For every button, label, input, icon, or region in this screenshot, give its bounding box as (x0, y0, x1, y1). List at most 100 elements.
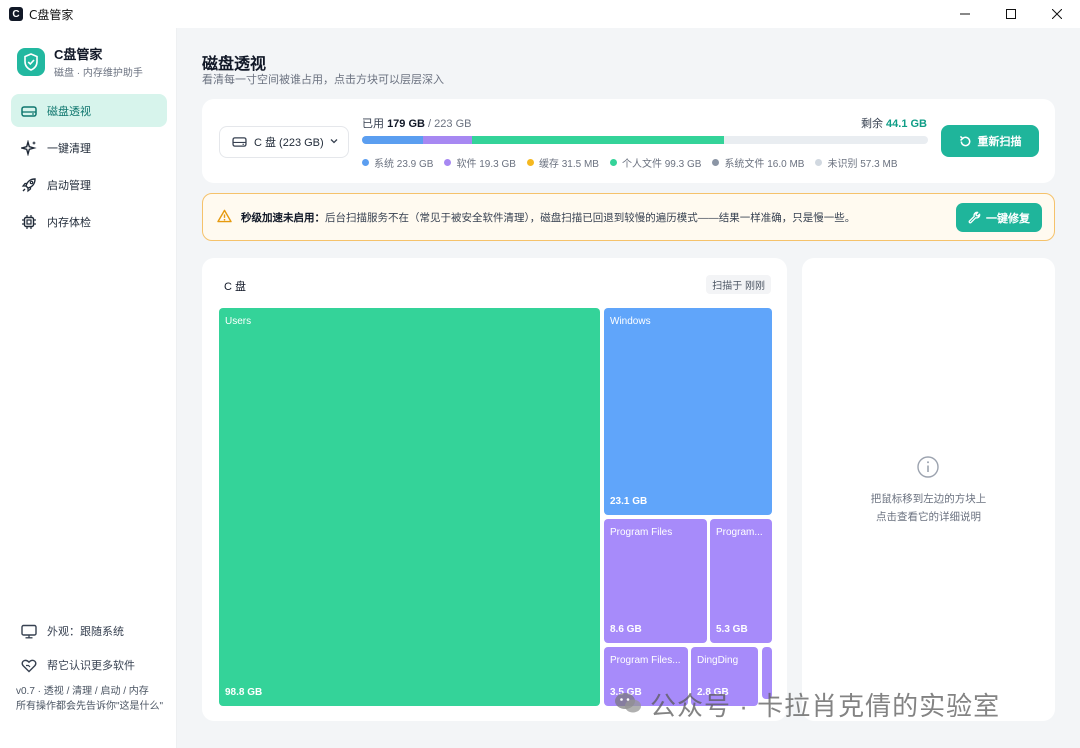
sidebar: C盘管家 磁盘 · 内存维护助手 磁盘透视 一键清理 启动管理 内存体检 外观：… (0, 28, 177, 748)
treemap-tile-windows[interactable]: Windows 23.1 GB (604, 308, 772, 515)
warning-text: 秒级加速未启用：后台扫描服务不在（常见于被安全软件清理），磁盘扫描已回退到较慢的… (241, 210, 855, 225)
appearance-label: 外观：跟随系统 (47, 626, 124, 638)
tile-size: 8.6 GB (610, 624, 642, 635)
hard-drive-icon (230, 133, 248, 151)
minimize-button[interactable] (942, 0, 988, 28)
tile-name: Users (225, 316, 252, 327)
tile-size: 23.1 GB (610, 496, 648, 507)
brand: C盘管家 磁盘 · 内存维护助手 (17, 44, 143, 79)
used-prefix: 已用 (362, 118, 384, 130)
maximize-button[interactable] (988, 0, 1034, 28)
free-value: 44.1 GB (886, 118, 927, 130)
warning-icon (217, 209, 232, 226)
detail-panel: 把鼠标移到左边的方块上 点击查看它的详细说明 (802, 258, 1055, 721)
wechat-icon (614, 691, 642, 718)
legend-label: 缓存 31.5 MB (538, 159, 599, 170)
one-click-fix-button[interactable]: 一键修复 (956, 203, 1042, 232)
tile-name: Windows (610, 316, 651, 327)
tile-size: 98.8 GB (225, 687, 263, 698)
used-total: / 223 GB (428, 118, 472, 130)
minimize-icon (960, 13, 970, 15)
legend-item: 系统文件 16.0 MB (712, 155, 804, 170)
learn-more-label: 帮它认识更多软件 (47, 660, 135, 672)
appearance-toggle[interactable]: 外观：跟随系统 (11, 614, 171, 648)
close-button[interactable] (1034, 0, 1080, 28)
treemap-title: C 盘 (224, 281, 246, 293)
version-footnote: v0.7 · 透视 / 清理 / 启动 / 内存 所有操作都会先告诉你"这是什么… (16, 686, 164, 712)
close-icon (1052, 9, 1062, 19)
legend-dot-icon (444, 159, 452, 166)
legend-item: 个人文件 99.3 GB (609, 155, 702, 170)
used-value: 179 GB (387, 118, 425, 130)
free-summary: 剩余 44.1 GB (861, 115, 927, 131)
detail-hint: 把鼠标移到左边的方块上 点击查看它的详细说明 (870, 493, 987, 523)
treemap-tile-program-x86[interactable]: Program... 5.3 GB (710, 519, 772, 643)
wrench-icon (968, 211, 981, 224)
free-prefix: 剩余 (860, 118, 883, 130)
shield-logo-icon (17, 47, 45, 76)
brand-name: C盘管家 (54, 47, 103, 62)
window-title: C盘管家 (29, 7, 74, 22)
sidebar-item-label: 启动管理 (47, 179, 91, 192)
watermark-text: 公众号 · 卡拉肖克倩的实验室 (650, 691, 1001, 721)
watermark: 公众号 · 卡拉肖克倩的实验室 (614, 686, 1000, 723)
tile-name: Program... (716, 527, 763, 538)
sidebar-item-cleanup[interactable]: 一键清理 (11, 131, 167, 164)
sidebar-item-label: 一键清理 (47, 142, 91, 155)
title-bar: C C盘管家 (0, 0, 1080, 28)
legend-label: 个人文件 99.3 GB (621, 159, 702, 170)
learn-more-link[interactable]: 帮它认识更多软件 (11, 648, 171, 682)
legend-label: 系统文件 16.0 MB (724, 159, 805, 170)
tile-name: Program Files (610, 527, 673, 538)
sidebar-item-label: 磁盘透视 (47, 105, 91, 118)
legend-label: 软件 19.3 GB (456, 159, 516, 170)
legend-dot-icon (712, 159, 720, 166)
chip-icon (20, 213, 38, 231)
legend-label: 系统 23.9 GB (374, 159, 434, 170)
info-icon (916, 455, 940, 482)
legend-dot-icon (609, 159, 617, 166)
sidebar-nav: 磁盘透视 一键清理 启动管理 内存体检 (11, 94, 167, 242)
scan-time-badge: 扫描于 刚刚 (706, 275, 771, 294)
maximize-icon (1006, 9, 1016, 19)
disk-usage-card: C 盘 (223 GB) 已用 179 GB / 223 GB 剩余 44.1 … (202, 99, 1055, 183)
sidebar-item-label: 内存体检 (47, 216, 91, 229)
warning-title: 秒级加速未启用： (241, 212, 325, 224)
treemap-card: C 盘 扫描于 刚刚 Users 98.8 GB Windows 23.1 GB… (202, 258, 787, 721)
warning-banner: 秒级加速未启用：后台扫描服务不在（常见于被安全软件清理），磁盘扫描已回退到较慢的… (202, 193, 1055, 241)
usage-segment-3 (471, 136, 724, 144)
sidebar-item-memory[interactable]: 内存体检 (11, 205, 167, 238)
treemap-tile-users[interactable]: Users 98.8 GB (219, 308, 600, 706)
page-subtitle: 看清每一寸空间被谁占用，点击方块可以层层深入 (202, 74, 444, 86)
sidebar-item-startup[interactable]: 启动管理 (11, 168, 167, 201)
tile-name: Program Files... (610, 655, 681, 666)
sidebar-item-disk-view[interactable]: 磁盘透视 (11, 94, 167, 127)
legend-label: 未识别 57.3 MB (827, 159, 898, 170)
rescan-label: 重新扫描 (977, 136, 1022, 148)
legend-item: 软件 19.3 GB (444, 155, 516, 170)
rescan-button[interactable]: 重新扫描 (941, 125, 1039, 157)
refresh-icon (959, 135, 972, 148)
main-content: 磁盘透视 看清每一寸空间被谁占用，点击方块可以层层深入 C 盘 (223 GB)… (177, 28, 1080, 748)
drive-select-value: C 盘 (223 GB) (254, 137, 324, 149)
legend-dot-icon (815, 159, 823, 166)
usage-segment-1 (422, 136, 472, 144)
used-summary: 已用 179 GB / 223 GB (362, 115, 471, 131)
treemap-tile-program-files[interactable]: Program Files 8.6 GB (604, 519, 707, 643)
legend-item: 系统 23.9 GB (362, 155, 433, 170)
drive-select[interactable]: C 盘 (223 GB) (219, 126, 349, 158)
legend-dot-icon (362, 159, 369, 166)
usage-legend: 系统 23.9 GB 软件 19.3 GB 缓存 31.5 MB 个人文件 99.3 … (362, 155, 909, 170)
usage-segment-0 (362, 136, 423, 144)
chevron-down-icon (329, 136, 339, 149)
legend-item: 未识别 57.3 MB (815, 155, 898, 170)
sparkle-icon (20, 139, 38, 157)
fix-label: 一键修复 (986, 212, 1030, 225)
tile-size: 5.3 GB (716, 624, 748, 635)
legend-dot-icon (526, 159, 534, 166)
app-logo-icon: C (9, 7, 23, 21)
brand-subtitle: 磁盘 · 内存维护助手 (54, 68, 143, 79)
usage-bar (362, 136, 928, 144)
heart-hand-icon (20, 656, 38, 674)
legend-item: 缓存 31.5 MB (526, 155, 599, 170)
